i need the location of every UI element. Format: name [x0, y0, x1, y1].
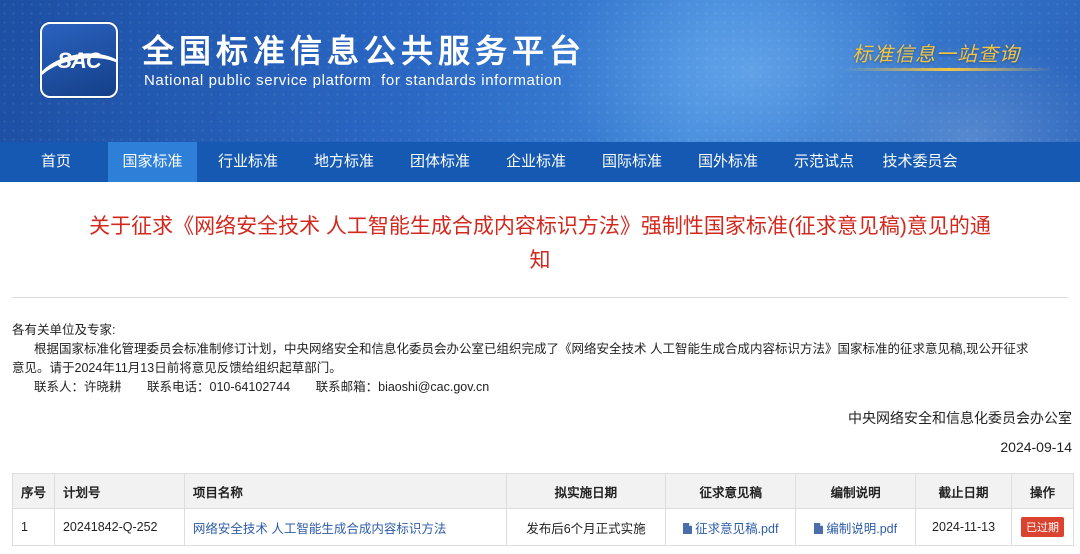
nav-item-pilot-demo[interactable]: 示范试点: [780, 142, 868, 182]
slogan: 标准信息一站查询: [852, 42, 1020, 66]
divider: [12, 297, 1068, 298]
nav-item-local-standards[interactable]: 地方标准: [300, 142, 388, 182]
col-header-impl-date: 拟实施日期: [505, 473, 667, 509]
file-icon: [683, 522, 693, 534]
col-header-draft: 征求意见稿: [665, 473, 797, 509]
table-header-row: 序号 计划号 项目名称 拟实施日期 征求意见稿 编制说明 截止日期 操作: [12, 473, 1074, 509]
main-nav: 首页 国家标准 行业标准 地方标准 团体标准 企业标准 国际标准 国外标准 示范…: [0, 142, 1080, 182]
issue-date: 2024-09-14: [1000, 439, 1072, 455]
cell-plan-no: 20241842-Q-252: [53, 508, 185, 546]
expired-badge[interactable]: 已过期: [1021, 517, 1064, 537]
table-row: 1 20241842-Q-252 网络安全技术 人工智能生成合成内容标识方法 发…: [12, 508, 1074, 546]
explanation-pdf-label: 编制说明.pdf: [826, 521, 898, 536]
notice-title-line2: 知: [529, 249, 551, 272]
issuer: 中央网络安全和信息化委员会办公室: [848, 410, 1072, 426]
contact-phone: 联系电话：010-64102744: [147, 380, 291, 394]
contact-info: 联系人：许晓耕 联系电话：010-64102744 联系邮箱：biaoshi@c…: [12, 378, 1074, 397]
contact-person: 联系人：许晓耕: [34, 380, 122, 394]
col-header-explanation: 编制说明: [795, 473, 917, 509]
site-title-cn: 全国标准信息公共服务平台: [142, 33, 587, 69]
nav-item-home[interactable]: 首页: [16, 142, 96, 182]
draft-pdf-link[interactable]: 征求意见稿.pdf: [683, 522, 778, 536]
logo-text: SAC: [57, 48, 101, 73]
notice-paragraph-line1: 根据国家标准化管理委员会标准制修订计划，中央网络安全和信息化委员会办公室已组织完…: [34, 342, 1029, 356]
site-title-en: National public service platform for sta…: [144, 72, 563, 89]
col-header-project-name: 项目名称: [183, 473, 507, 509]
slogan-underline: [842, 68, 1054, 71]
col-header-deadline: 截止日期: [915, 473, 1013, 509]
nav-item-industry-standards[interactable]: 行业标准: [204, 142, 292, 182]
cell-impl-date: 发布后6个月正式实施: [505, 508, 667, 546]
salutation: 各有关单位及专家:: [12, 323, 116, 337]
col-header-no: 序号: [12, 473, 55, 509]
project-name-link[interactable]: 网络安全技术 人工智能生成合成内容标识方法: [193, 522, 446, 536]
solicitation-table: 序号 计划号 项目名称 拟实施日期 征求意见稿 编制说明 截止日期 操作 1 2…: [12, 473, 1074, 546]
cell-deadline: 2024-11-13: [915, 508, 1013, 546]
notice-title-line1: 关于征求《网络安全技术 人工智能生成合成内容标识方法》强制性国家标准(征求意见稿…: [89, 215, 991, 238]
nav-item-international-standards[interactable]: 国际标准: [588, 142, 676, 182]
notice-title: 关于征求《网络安全技术 人工智能生成合成内容标识方法》强制性国家标准(征求意见稿…: [10, 210, 1070, 278]
notice-body: 各有关单位及专家: 根据国家标准化管理委员会标准制修订计划，中央网络安全和信息化…: [12, 321, 1074, 397]
cell-no: 1: [12, 508, 55, 546]
sac-logo[interactable]: SAC: [40, 22, 118, 98]
nav-item-group-standards[interactable]: 团体标准: [396, 142, 484, 182]
nav-item-tech-committee[interactable]: 技术委员会: [870, 142, 970, 182]
file-icon: [814, 522, 824, 534]
draft-pdf-label: 征求意见稿.pdf: [695, 521, 779, 536]
nav-item-foreign-standards[interactable]: 国外标准: [684, 142, 772, 182]
site-header-banner: SAC 全国标准信息公共服务平台 National public service…: [0, 0, 1080, 142]
notice-paragraph-line2: 意见。请于2024年11月13日前将意见反馈给组织起草部门。: [12, 361, 342, 375]
contact-email: 联系邮箱：biaoshi@cac.gov.cn: [315, 380, 490, 394]
col-header-plan-no: 计划号: [53, 473, 185, 509]
nav-item-enterprise-standards[interactable]: 企业标准: [492, 142, 580, 182]
col-header-action: 操作: [1011, 473, 1074, 509]
explanation-pdf-link[interactable]: 编制说明.pdf: [814, 522, 897, 536]
nav-item-national-standards[interactable]: 国家标准: [108, 142, 197, 182]
